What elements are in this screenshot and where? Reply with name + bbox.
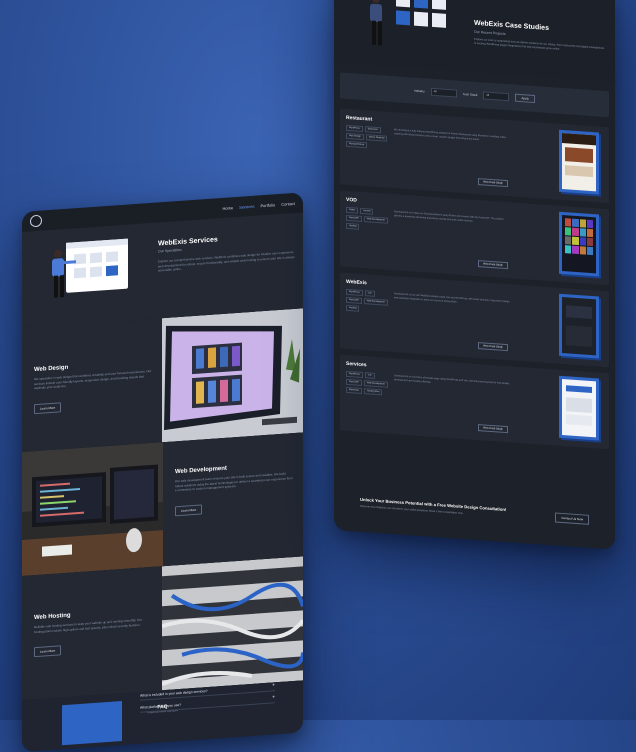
tag[interactable]: Vue bbox=[364, 372, 375, 379]
case-thumbnail[interactable] bbox=[559, 129, 599, 195]
contact-us-button[interactable]: Contact Us Now bbox=[555, 512, 589, 525]
services-page-mockup: Home Services Portfolio Contact WebExis … bbox=[22, 192, 303, 752]
case-description: Development of a Video-on-Demand platfor… bbox=[394, 210, 504, 223]
case-name: Services bbox=[346, 360, 367, 369]
view-case-study-button[interactable]: View Case Study bbox=[478, 342, 508, 352]
service-description: We specialize in web design that combine… bbox=[34, 368, 152, 391]
learn-more-button[interactable]: Learn More bbox=[175, 503, 203, 516]
service-description: Our web development team ensures your si… bbox=[175, 471, 293, 493]
case-thumbnail[interactable] bbox=[559, 375, 599, 441]
case-tags: WordPress Vue Portal API Web Development… bbox=[346, 288, 390, 314]
plus-icon[interactable]: + bbox=[272, 682, 275, 688]
industry-label: Industry bbox=[414, 88, 425, 94]
hero-description: Explore our comprehensive web services. … bbox=[158, 249, 295, 273]
nav-contact[interactable]: Contact bbox=[281, 200, 295, 206]
learn-more-button[interactable]: Learn More bbox=[34, 645, 62, 658]
tag[interactable]: Portal API bbox=[346, 214, 362, 222]
service-web-design: Web Design We specialize in web design t… bbox=[22, 308, 303, 452]
case-name: WebExis bbox=[346, 278, 367, 287]
tag[interactable]: WordPress bbox=[346, 288, 363, 297]
case-card-restaurant: Restaurant WordPress Elementor Web Desig… bbox=[340, 108, 609, 204]
case-studies-description: Explore our work to understand how we de… bbox=[474, 37, 605, 51]
tag[interactable]: Vue bbox=[364, 290, 375, 297]
tag[interactable]: WooCommerce bbox=[346, 140, 368, 149]
tag[interactable]: Web Development bbox=[363, 216, 388, 224]
case-thumbnail[interactable] bbox=[559, 293, 599, 359]
view-case-study-button[interactable]: View Case Study bbox=[478, 178, 508, 188]
plus-icon[interactable]: + bbox=[272, 694, 275, 700]
tag[interactable]: Elementor bbox=[364, 126, 381, 134]
web-development-photo bbox=[22, 442, 163, 576]
tag[interactable]: Elementor bbox=[346, 386, 362, 394]
case-studies-subtitle: Our Recent Projects bbox=[474, 29, 506, 36]
tag[interactable]: WordPress bbox=[346, 370, 363, 379]
faq-question-text: What is included in your web design serv… bbox=[140, 689, 208, 698]
hero-illustration bbox=[22, 223, 152, 328]
tag[interactable]: Portal API bbox=[346, 296, 362, 304]
case-thumbnail[interactable] bbox=[559, 211, 599, 277]
nav-portfolio[interactable]: Portfolio bbox=[261, 202, 276, 208]
apply-button[interactable]: Apply bbox=[515, 93, 535, 104]
case-tags: Flutter Laravel Portal API Web Developme… bbox=[346, 206, 390, 232]
faq-illustration bbox=[62, 701, 122, 746]
tag[interactable]: Portal API bbox=[346, 378, 362, 386]
tag[interactable]: Hosting Plan bbox=[363, 388, 383, 396]
learn-more-button[interactable]: Learn More bbox=[34, 401, 62, 414]
tech-stack-select[interactable]: All bbox=[483, 91, 510, 102]
nav-services[interactable]: Services bbox=[239, 203, 254, 209]
case-tags: WordPress Vue Portal API Web Development… bbox=[346, 370, 390, 396]
nav-home[interactable]: Home bbox=[223, 205, 234, 211]
view-case-study-button[interactable]: View Case Study bbox=[478, 424, 508, 434]
tag[interactable]: Hosting bbox=[346, 222, 360, 230]
case-description: Development of our own WebExis website u… bbox=[394, 292, 510, 304]
case-studies-illustration bbox=[370, 0, 446, 46]
case-studies-page-mockup: WebExis Case Studies Our Recent Projects… bbox=[334, 0, 615, 550]
faq-question-text: What platforms do you use? bbox=[140, 702, 182, 710]
industry-select[interactable]: All bbox=[430, 87, 457, 98]
web-design-photo bbox=[162, 308, 303, 443]
web-hosting-photo bbox=[162, 556, 303, 691]
service-web-development: Web Development Our web development team… bbox=[22, 432, 303, 576]
tag[interactable]: WordPress bbox=[346, 124, 363, 133]
tag[interactable]: Web Design bbox=[346, 132, 364, 141]
logo-icon[interactable] bbox=[30, 214, 42, 228]
tag[interactable]: Online Ordering bbox=[365, 134, 388, 142]
tag[interactable]: Web Development bbox=[363, 380, 388, 388]
case-card-vod: VOD Flutter Laravel Portal API Web Devel… bbox=[340, 190, 609, 286]
case-card-webexis: WebExis WordPress Vue Portal API Web Dev… bbox=[340, 272, 609, 368]
tech-stack-label: Tech Stack bbox=[462, 92, 478, 98]
case-description: We developed a fully featured WordPress … bbox=[394, 128, 507, 141]
view-case-study-button[interactable]: View Case Study bbox=[478, 260, 508, 270]
case-description: Development of a services showcase page … bbox=[394, 374, 510, 386]
nav-links: Home Services Portfolio Contact bbox=[223, 200, 296, 210]
case-card-services: Services WordPress Vue Portal API Web De… bbox=[340, 354, 609, 450]
service-web-hosting: Web Hosting Reliable web hosting service… bbox=[22, 556, 303, 700]
tag[interactable]: Laravel bbox=[360, 207, 374, 215]
case-name: VOD bbox=[346, 196, 357, 204]
case-name: Restaurant bbox=[346, 114, 373, 123]
case-studies-hero: WebExis Case Studies Our Recent Projects… bbox=[334, 0, 615, 82]
tag[interactable]: Web Development bbox=[363, 298, 388, 306]
tag[interactable]: Hosting bbox=[346, 304, 360, 312]
tag[interactable]: Flutter bbox=[346, 206, 359, 214]
case-tags: WordPress Elementor Web Design Online Or… bbox=[346, 124, 390, 150]
